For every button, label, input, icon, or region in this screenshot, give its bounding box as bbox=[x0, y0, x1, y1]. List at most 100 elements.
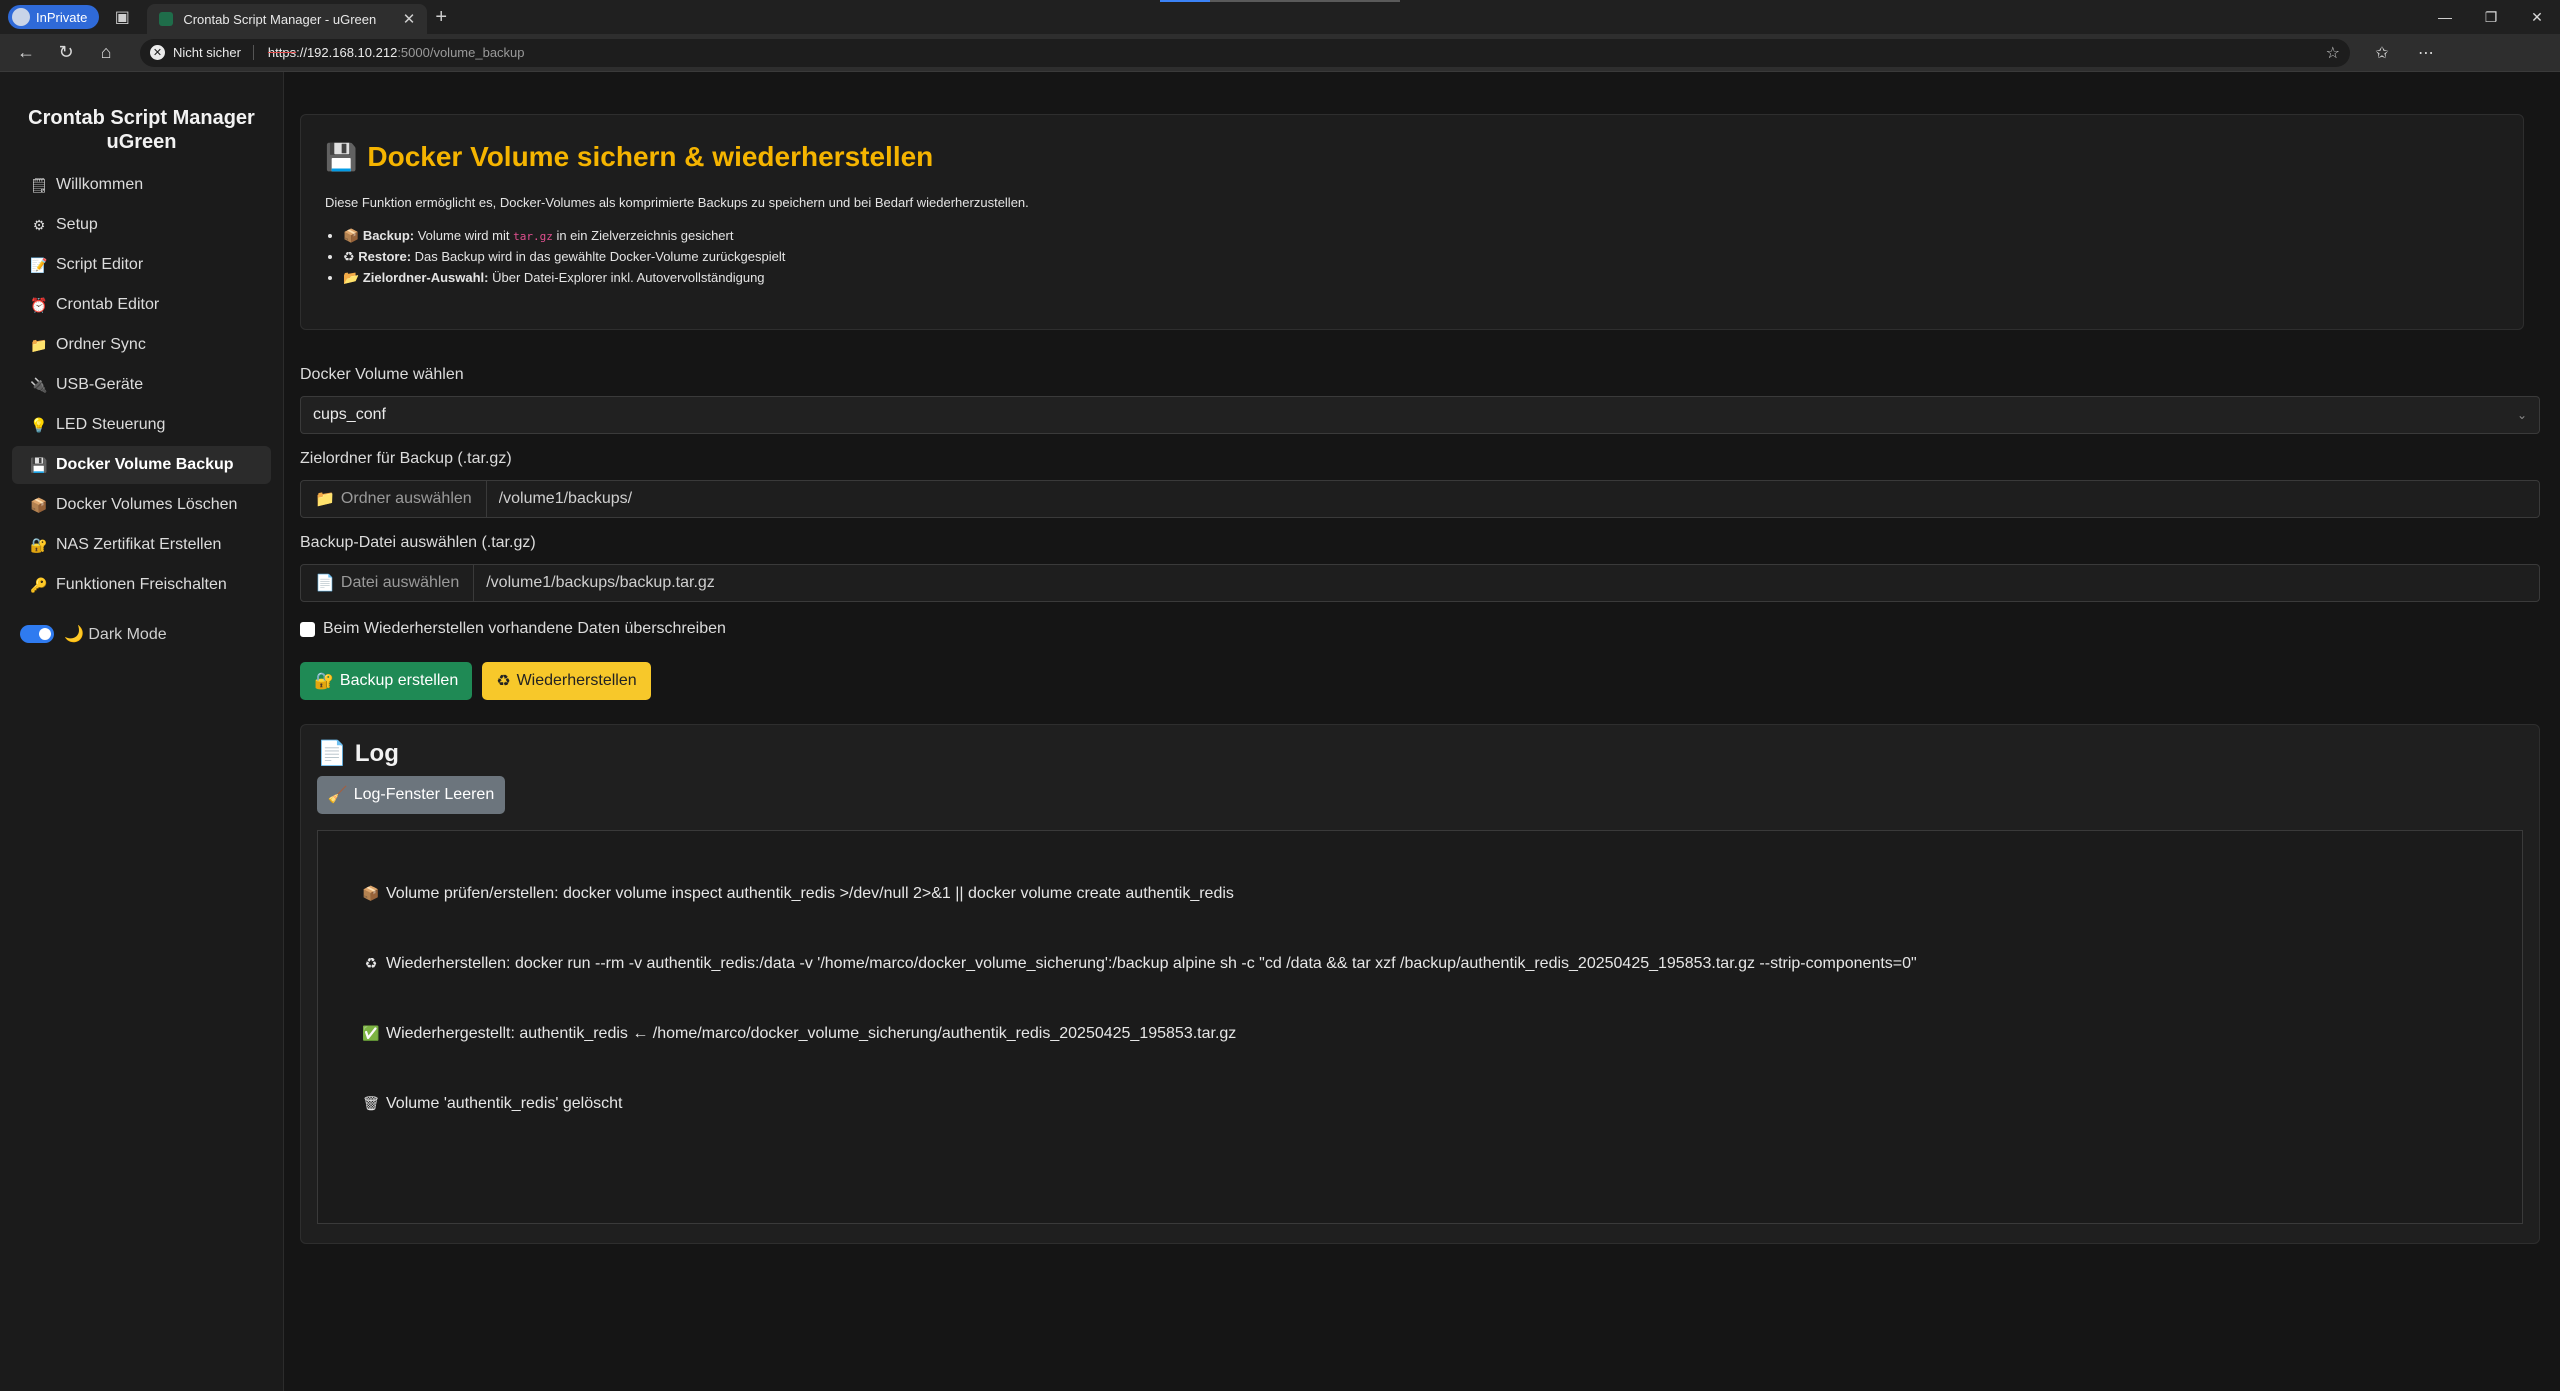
minimize-icon[interactable]: — bbox=[2422, 0, 2468, 34]
volume-select[interactable]: cups_conf ⌄ bbox=[300, 396, 2540, 434]
log-line: ♻ Wiederherstellen: docker run --rm -v au… bbox=[362, 955, 2478, 973]
url-scheme: https bbox=[267, 45, 297, 60]
restore-button[interactable]: ♻ Wiederherstellen bbox=[482, 662, 651, 700]
toolbar-right: ✩ ⋯ bbox=[2360, 43, 2448, 63]
sidebar-item-funktionen-freischalten[interactable]: 🔑 Funktionen Freischalten bbox=[12, 566, 271, 604]
sidebar-item-label: Crontab Editor bbox=[56, 296, 160, 313]
sidebar-item-label: Docker Volume Backup bbox=[56, 456, 234, 473]
sidebar-item-nas-zertifikat-erstellen[interactable]: 🔐 NAS Zertifikat Erstellen bbox=[12, 526, 271, 564]
backup-file-label: Backup-Datei auswählen (.tar.gz) bbox=[300, 534, 536, 551]
browser-tab[interactable]: Crontab Script Manager - uGreen ✕ bbox=[147, 4, 428, 34]
address-toolbar: ← ↻ ⌂ ✕ Nicht sicher https://192.168.10.… bbox=[0, 34, 2560, 72]
favorites-icon[interactable]: ✩ bbox=[2360, 43, 2404, 63]
lock-icon: 🔐 bbox=[314, 673, 334, 690]
not-secure-icon: ✕ bbox=[150, 45, 165, 60]
sidebar-item-docker-volume-backup[interactable]: 💾 Docker Volume Backup bbox=[12, 446, 271, 484]
page-title: 💾 Docker Volume sichern & wiederherstell… bbox=[325, 141, 2499, 173]
notepad-icon: 🗒 bbox=[30, 176, 48, 193]
package-icon: 📦 bbox=[343, 228, 360, 243]
key-icon: 🔑 bbox=[30, 576, 48, 593]
choose-file-label: Datei auswählen bbox=[340, 574, 460, 591]
log-line: ✅ Wiederhergestellt: authentik_redis ← /h… bbox=[362, 1025, 2478, 1043]
sidebar-item-label: Willkommen bbox=[56, 176, 144, 193]
sidebar: Crontab Script Manager uGreen 🗒 Willkomme… bbox=[0, 72, 284, 1391]
tab-title: Crontab Script Manager - uGreen bbox=[183, 11, 377, 27]
overwrite-option[interactable]: Beim Wiederherstellen vorhandene Daten ü… bbox=[300, 620, 2540, 638]
volume-select-value: cups_conf bbox=[313, 406, 386, 423]
url-path: :5000/volume_backup bbox=[397, 45, 525, 60]
sidebar-item-label: Funktionen Freischalten bbox=[56, 576, 227, 593]
folder-icon: 📁 bbox=[30, 336, 48, 353]
favorite-star-icon[interactable]: ☆ bbox=[2326, 43, 2340, 63]
tab-actions-icon[interactable]: ▣ bbox=[107, 2, 137, 32]
log-line-text: Volume prüfen/erstellen: docker volume i… bbox=[386, 885, 1234, 902]
memo-icon: 📝 bbox=[30, 256, 48, 273]
target-folder-input[interactable] bbox=[486, 481, 2539, 517]
sidebar-item-willkommen[interactable]: 🗒 Willkommen bbox=[12, 166, 271, 204]
create-backup-label: Backup erstellen bbox=[339, 672, 459, 689]
home-icon[interactable]: ⌂ bbox=[86, 34, 126, 72]
sidebar-item-label: Setup bbox=[56, 216, 98, 233]
inprivate-badge[interactable]: InPrivate bbox=[8, 5, 100, 29]
alarm-clock-icon: ⏰ bbox=[30, 296, 48, 313]
security-indicator[interactable]: ✕ Nicht sicher bbox=[150, 45, 254, 60]
profile-avatar-icon bbox=[12, 8, 30, 26]
url-host: ://192.168.10.212 bbox=[296, 45, 398, 60]
sidebar-item-docker-volumes-löschen[interactable]: 📦 Docker Volumes Löschen bbox=[12, 486, 271, 524]
choose-folder-label: Ordner auswählen bbox=[340, 490, 472, 507]
loading-indicator bbox=[1160, 0, 1400, 2]
open-folder-icon: 📂 bbox=[343, 270, 360, 285]
sidebar-item-usb-geräte[interactable]: 🔌 USB-Geräte bbox=[12, 366, 271, 404]
reload-icon[interactable]: ↻ bbox=[46, 34, 86, 72]
floppy-disk-icon: 💾 bbox=[30, 456, 48, 473]
choose-folder-button[interactable]: 📁 Ordner auswählen bbox=[301, 481, 487, 517]
close-window-icon[interactable]: ✕ bbox=[2514, 0, 2560, 34]
url-text[interactable]: https://192.168.10.212:5000/volume_backu… bbox=[268, 45, 525, 60]
target-folder-group: 📁 Ordner auswählen bbox=[300, 480, 2540, 518]
tab-favicon-icon bbox=[159, 12, 174, 26]
check-icon: ✅ bbox=[362, 1025, 380, 1041]
backup-file-input[interactable] bbox=[474, 565, 2539, 601]
package-icon: 📦 bbox=[30, 496, 48, 513]
info-bullet: 📂 Zielordner-Auswahl: Über Datei-Explore… bbox=[343, 270, 2499, 286]
broom-icon: 🧹 bbox=[327, 787, 348, 804]
backup-file-group: 📄 Datei auswählen bbox=[300, 564, 2540, 602]
new-tab-icon[interactable]: + bbox=[435, 6, 447, 29]
sidebar-item-led-steuerung[interactable]: 💡 LED Steuerung bbox=[12, 406, 271, 444]
toggle-switch[interactable] bbox=[20, 625, 54, 643]
gear-icon: ⚙ bbox=[32, 216, 46, 233]
overwrite-checkbox[interactable] bbox=[300, 621, 315, 637]
sidebar-item-label: Docker Volumes Löschen bbox=[56, 496, 238, 513]
sidebar-item-ordner-sync[interactable]: 📁 Ordner Sync bbox=[12, 326, 271, 364]
app-root: Crontab Script Manager uGreen 🗒 Willkomme… bbox=[0, 72, 2560, 1391]
dark-mode-toggle[interactable]: 🌙 Dark Mode bbox=[12, 624, 271, 644]
restore-icon[interactable]: ❐ bbox=[2468, 0, 2514, 34]
address-bar[interactable]: ✕ Nicht sicher https://192.168.10.212:50… bbox=[140, 38, 2350, 67]
back-icon[interactable]: ← bbox=[6, 34, 46, 72]
inprivate-label: InPrivate bbox=[36, 9, 88, 25]
volume-select-label: Docker Volume wählen bbox=[300, 366, 464, 383]
more-options-icon[interactable]: ⋯ bbox=[2404, 43, 2448, 63]
trash-icon: 🗑 bbox=[362, 1095, 380, 1111]
sidebar-item-label: USB-Geräte bbox=[56, 376, 144, 393]
tab-close-icon[interactable]: ✕ bbox=[403, 10, 416, 28]
sidebar-item-setup[interactable]: ⚙ Setup bbox=[12, 206, 271, 244]
create-backup-button[interactable]: 🔐 Backup erstellen bbox=[300, 662, 473, 700]
bullet-code: tar.gz bbox=[513, 230, 553, 243]
bullet-text: in ein Zielverzeichnis gesichert bbox=[552, 228, 734, 243]
clear-log-button[interactable]: 🧹 Log-Fenster Leeren bbox=[317, 776, 505, 814]
choose-file-button[interactable]: 📄 Datei auswählen bbox=[301, 565, 475, 601]
sidebar-item-script-editor[interactable]: 📝 Script Editor bbox=[12, 246, 271, 284]
sidebar-item-crontab-editor[interactable]: ⏰ Crontab Editor bbox=[12, 286, 271, 324]
log-line-text: Wiederherstellen: docker run --rm -v aut… bbox=[386, 955, 1917, 972]
lock-key-icon: 🔐 bbox=[30, 536, 48, 553]
security-label: Nicht sicher bbox=[173, 45, 241, 60]
bullet-text: Das Backup wird in das gewählte Docker-V… bbox=[411, 249, 786, 264]
log-output[interactable]: 📦 Volume prüfen/erstellen: docker volume … bbox=[317, 830, 2523, 1224]
plug-icon: 🔌 bbox=[30, 376, 48, 393]
info-bullet: 📦 Backup: Volume wird mit tar.gz in ein … bbox=[343, 228, 2499, 244]
log-line-text: Volume 'authentik_redis' gelöscht bbox=[386, 1095, 623, 1112]
sidebar-item-label: Script Editor bbox=[56, 256, 144, 273]
recycle-icon: ♻ bbox=[343, 249, 355, 264]
chevron-down-icon: ⌄ bbox=[2516, 408, 2527, 422]
